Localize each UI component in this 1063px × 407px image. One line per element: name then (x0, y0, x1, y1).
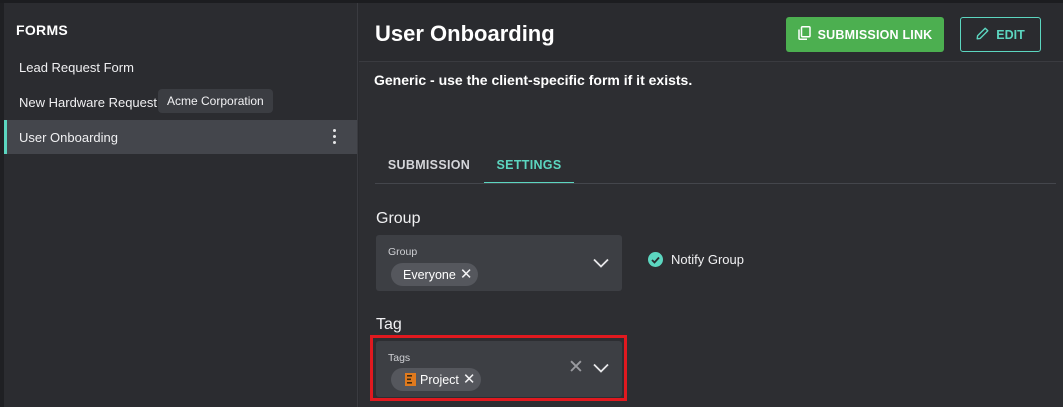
edit-button[interactable]: EDIT (960, 17, 1041, 52)
tab-settings[interactable]: SETTINGS (484, 152, 574, 184)
highlight-box (370, 335, 627, 401)
sidebar-title: FORMS (16, 22, 69, 38)
tooltip: Acme Corporation (158, 89, 273, 113)
edit-label: EDIT (996, 27, 1025, 42)
form-description: Generic - use the client-specific form i… (374, 72, 693, 88)
sidebar-item-label: Lead Request Form (19, 59, 134, 75)
copy-icon (797, 26, 811, 43)
tag-section-label: Tag (376, 316, 402, 333)
group-section-label: Group (376, 210, 421, 227)
sidebar-item-label: New Hardware Request (19, 94, 158, 110)
pencil-icon (976, 27, 989, 43)
check-circle-icon (648, 252, 663, 267)
page-title: User Onboarding (375, 21, 555, 46)
tabs-divider (375, 183, 1056, 184)
group-field-label: Group (388, 246, 418, 258)
tab-label: SETTINGS (496, 158, 562, 172)
sidebar-item-lead-request-form[interactable]: Lead Request Form (4, 50, 357, 84)
chip-label: Everyone (403, 267, 456, 282)
notify-group-label: Notify Group (671, 252, 744, 267)
sidebar-item-label: User Onboarding (19, 129, 118, 145)
submission-link-button[interactable]: SUBMISSION LINK (786, 17, 944, 52)
tab-label: SUBMISSION (387, 158, 471, 172)
group-select[interactable]: Group Everyone ✕ (376, 235, 622, 291)
kebab-icon[interactable] (333, 129, 337, 145)
sidebar-item-user-onboarding[interactable]: User Onboarding (4, 120, 357, 154)
group-chip-everyone: Everyone ✕ (391, 263, 479, 286)
chevron-down-icon[interactable] (593, 258, 609, 268)
notify-group-checkbox[interactable]: Notify Group (648, 252, 744, 267)
close-icon[interactable]: ✕ (460, 267, 473, 282)
tab-submission[interactable]: SUBMISSION (376, 152, 482, 183)
forms-sidebar: FORMS Lead Request Form New Hardware Req… (4, 3, 358, 407)
submission-link-label: SUBMISSION LINK (817, 27, 933, 42)
